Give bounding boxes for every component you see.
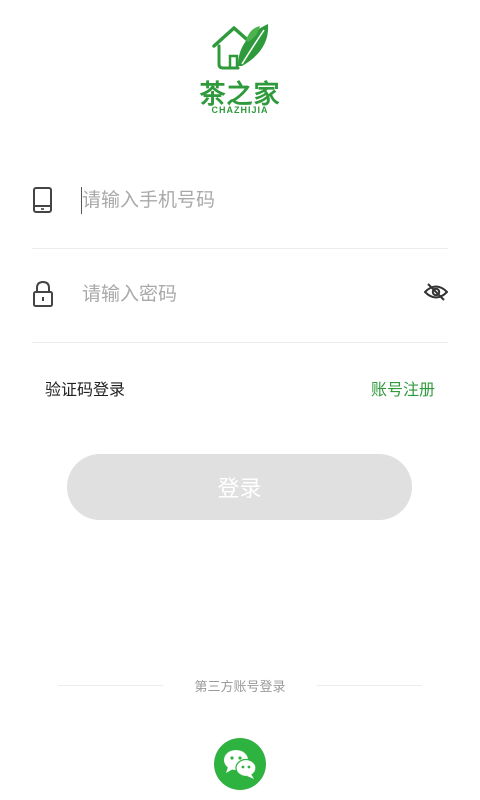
app-subtitle: CHAZHIJIA (211, 105, 269, 115)
register-link[interactable]: 账号注册 (371, 376, 435, 400)
auth-links: 验证码登录 账号注册 (45, 376, 435, 400)
wechat-icon (224, 750, 257, 779)
sms-login-link[interactable]: 验证码登录 (45, 376, 125, 400)
divider-line-right (317, 685, 422, 686)
wechat-login-button[interactable] (214, 738, 266, 790)
lock-icon (33, 280, 53, 307)
third-party-divider: 第三方账号登录 (58, 676, 422, 696)
password-field-row (32, 248, 448, 343)
phone-input[interactable] (82, 180, 402, 220)
phone-field-row (32, 154, 448, 249)
password-input[interactable] (82, 274, 402, 314)
login-button[interactable]: 登录 (67, 454, 412, 520)
tea-house-logo-icon (212, 24, 269, 70)
eye-off-icon[interactable] (424, 282, 448, 302)
app-logo: 茶之家 CHAZHIJIA (0, 18, 480, 118)
phone-icon (33, 187, 52, 213)
